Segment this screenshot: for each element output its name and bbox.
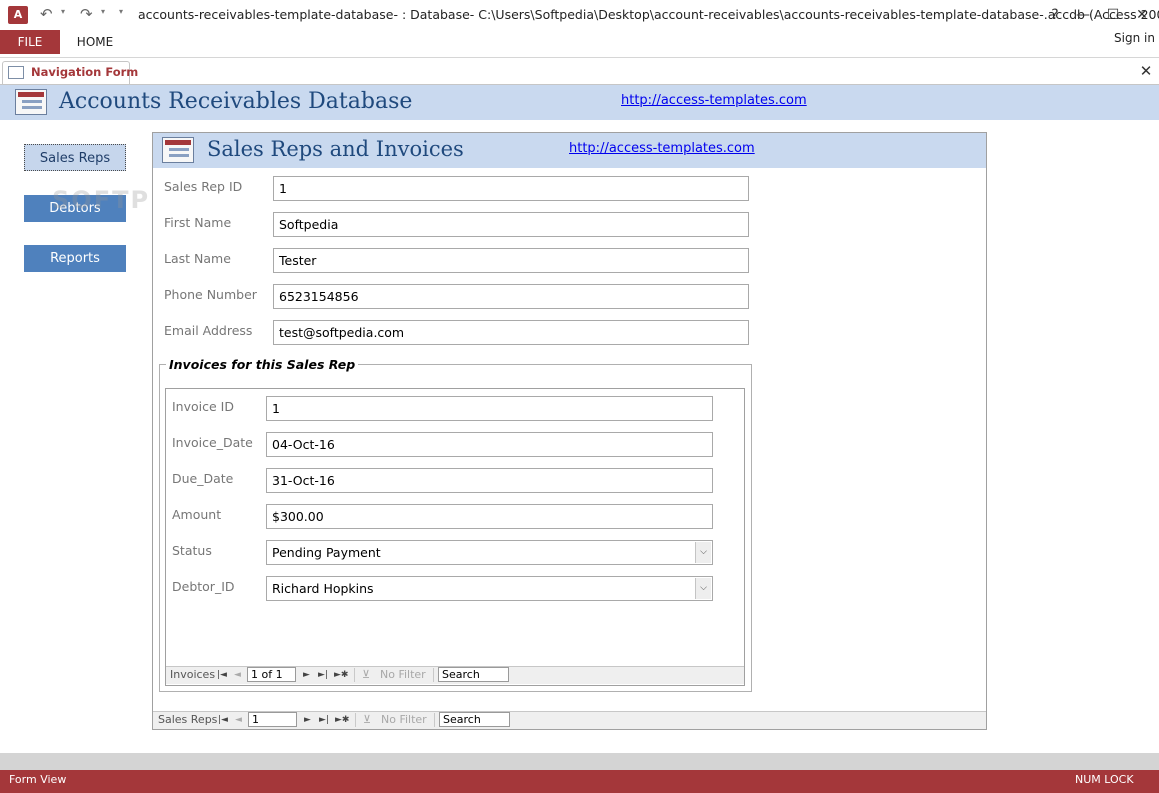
next-record-icon[interactable]: ► <box>304 713 311 727</box>
sales-rep-id-label: Sales Rep ID <box>164 179 243 194</box>
redo-icon[interactable]: ↷ <box>80 5 93 23</box>
invoice-date-field[interactable]: 04-Oct-16 <box>266 432 713 457</box>
navigator-separator <box>433 668 434 682</box>
first-name-label: First Name <box>164 215 232 230</box>
sales-reps-current-record-box[interactable]: 1 <box>248 712 297 727</box>
minimize-button[interactable]: — <box>1069 4 1097 26</box>
last-name-field[interactable]: Tester <box>273 248 749 273</box>
maximize-button[interactable]: ☐ <box>1099 4 1127 26</box>
phone-number-field[interactable]: 6523154856 <box>273 284 749 309</box>
form-icon <box>8 66 24 79</box>
tab-file[interactable]: FILE <box>0 30 60 54</box>
last-record-icon[interactable]: ►| <box>318 668 328 682</box>
sales-rep-id-field[interactable]: 1 <box>273 176 749 201</box>
subform-title: Sales Reps and Invoices <box>207 137 464 161</box>
sales-reps-no-filter-button[interactable]: No Filter <box>381 713 427 726</box>
debtor-id-combo[interactable]: Richard Hopkins ⌵ <box>266 576 713 601</box>
ribbon-tabs <box>0 30 1159 58</box>
debtor-id-label: Debtor_ID <box>172 579 235 594</box>
chevron-down-icon[interactable]: ⌵ <box>695 542 711 563</box>
invoice-date-label: Invoice_Date <box>172 435 253 450</box>
page-title: Accounts Receivables Database <box>59 89 413 114</box>
amount-label: Amount <box>172 507 222 522</box>
next-record-icon[interactable]: ► <box>303 668 310 682</box>
last-record-icon[interactable]: ►| <box>319 713 329 727</box>
status-gap <box>0 753 1159 770</box>
tab-home[interactable]: HOME <box>66 30 124 54</box>
previous-record-icon[interactable]: ◄ <box>234 668 241 682</box>
status-combo-value: Pending Payment <box>272 545 381 560</box>
customize-toolbar-icon[interactable]: ▾ <box>119 7 123 16</box>
subform-website-link[interactable]: http://access-templates.com <box>569 141 755 156</box>
ribbon-divider <box>0 57 1159 58</box>
due-date-field[interactable]: 31-Oct-16 <box>266 468 713 493</box>
sales-reps-search-box[interactable]: Search <box>439 712 510 727</box>
invoices-no-filter-button[interactable]: No Filter <box>380 668 426 681</box>
close-document-button[interactable]: ✕ <box>1138 62 1154 80</box>
invoices-search-box[interactable]: Search <box>438 667 509 682</box>
header-website-link[interactable]: http://access-templates.com <box>621 93 807 108</box>
nav-button-reports[interactable]: Reports <box>24 245 126 272</box>
access-app-icon[interactable]: A <box>8 6 28 24</box>
invoice-id-label: Invoice ID <box>172 399 234 414</box>
first-record-icon[interactable]: |◄ <box>218 713 228 727</box>
email-address-field[interactable]: test@softpedia.com <box>273 320 749 345</box>
nav-button-sales-reps[interactable]: Sales Reps <box>24 144 126 171</box>
sign-in-link[interactable]: Sign in <box>1114 31 1155 45</box>
document-tab-navigation-form[interactable]: Navigation Form <box>2 61 138 84</box>
first-record-icon[interactable]: |◄ <box>217 668 227 682</box>
undo-icon[interactable]: ↶ <box>40 5 53 23</box>
chevron-down-icon[interactable]: ⌵ <box>695 578 711 599</box>
debtor-id-combo-value: Richard Hopkins <box>272 581 374 596</box>
navigator-separator <box>434 713 435 727</box>
email-address-label: Email Address <box>164 323 253 338</box>
invoices-current-record-box[interactable]: 1 of 1 <box>247 667 296 682</box>
filter-icon[interactable]: ⊻ <box>362 668 370 681</box>
status-combo[interactable]: Pending Payment ⌵ <box>266 540 713 565</box>
first-name-field[interactable]: Softpedia <box>273 212 749 237</box>
previous-record-icon[interactable]: ◄ <box>235 713 242 727</box>
phone-number-label: Phone Number <box>164 287 257 302</box>
close-button[interactable]: ✕ <box>1128 4 1156 26</box>
due-date-label: Due_Date <box>172 471 234 486</box>
invoices-group-label: Invoices for this Sales Rep <box>166 357 359 372</box>
window-title: accounts-receivables-template-database- … <box>138 7 1159 22</box>
amount-field[interactable]: $300.00 <box>266 504 713 529</box>
new-record-icon[interactable]: ►✱ <box>335 713 349 727</box>
invoices-navigator-label: Invoices <box>170 668 216 681</box>
new-record-icon[interactable]: ►✱ <box>334 668 348 682</box>
subform-header-icon <box>162 137 194 163</box>
navigator-separator <box>355 713 356 727</box>
status-label: Status <box>172 543 212 558</box>
status-num-lock: NUM LOCK <box>1075 773 1134 786</box>
invoice-id-field[interactable]: 1 <box>266 396 713 421</box>
redo-dropdown-icon[interactable]: ▾ <box>101 7 105 16</box>
undo-dropdown-icon[interactable]: ▾ <box>61 7 65 16</box>
last-name-label: Last Name <box>164 251 231 266</box>
navigator-separator <box>354 668 355 682</box>
status-bar <box>0 770 1159 793</box>
filter-icon[interactable]: ⊻ <box>363 713 371 726</box>
document-tab-label: Navigation Form <box>31 65 139 79</box>
help-button[interactable]: ? <box>1041 4 1069 26</box>
status-view-mode: Form View <box>9 773 67 786</box>
form-header-icon <box>15 89 47 115</box>
sales-reps-navigator-label: Sales Reps <box>158 713 218 726</box>
